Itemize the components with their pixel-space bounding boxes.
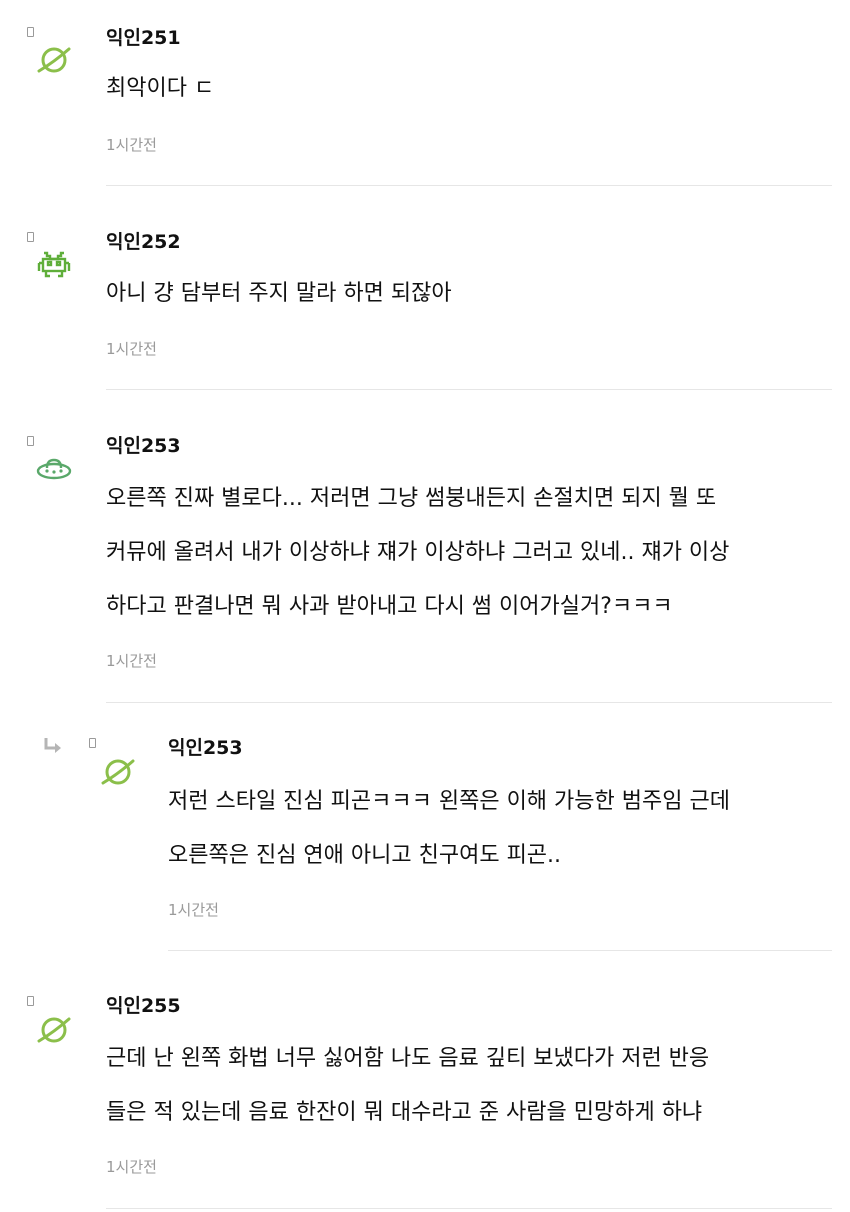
member-badge-icon — [27, 436, 34, 446]
comment-text-line: 오른쪽 진짜 별로다... 저러면 그냥 썸붕내든지 손절치면 되지 뭘 또 — [106, 486, 717, 511]
comment-time: 1시간전 — [106, 136, 157, 154]
comment-time: 1시간전 — [106, 1158, 157, 1176]
member-badge-icon — [27, 232, 34, 242]
comment-text-line: 저런 스타일 진심 피곤ㅋㅋㅋ 왼쪽은 이해 가능한 범주임 근데 — [168, 789, 730, 814]
comment-divider — [106, 389, 832, 390]
comment-text: 저런 스타일 진심 피곤ㅋㅋㅋ 왼쪽은 이해 가능한 범주임 근데 오른쪽은 진… — [168, 775, 730, 883]
comment-time: 1시간전 — [168, 901, 219, 919]
comment-text-line: 하다고 판결나면 뭐 사과 받아내고 다시 썸 이어가실거?ㅋㅋㅋ — [106, 594, 673, 619]
comment-text-line: 근데 난 왼쪽 화법 너무 싫어함 나도 음료 깊티 보냈다가 저런 반응 — [106, 1046, 710, 1071]
comment-nickname[interactable]: 익인253 — [106, 434, 181, 458]
comment-text-line: 들은 적 있는데 음료 한잔이 뭐 대수라고 준 사람을 민망하게 하냐 — [106, 1100, 703, 1125]
comment-text: 근데 난 왼쪽 화법 너무 싫어함 나도 음료 깊티 보냈다가 저런 반응 들은… — [106, 1032, 709, 1140]
comment-text-line: 오른쪽은 진심 연애 아니고 친구여도 피곤.. — [168, 843, 562, 868]
comment-text: 아니 걍 담부터 주지 말라 하면 되잖아 — [106, 267, 452, 321]
member-badge-icon — [89, 738, 96, 748]
comment-divider — [106, 1208, 832, 1209]
comment-nickname[interactable]: 익인255 — [106, 994, 181, 1018]
comment-text-line: 커뮤에 올려서 내가 이상하냐 쟤가 이상하냐 그러고 있네.. 쟤가 이상 — [106, 540, 730, 565]
comment-nickname[interactable]: 익인253 — [168, 736, 243, 760]
reply-arrow-icon — [42, 735, 64, 757]
comment-time: 1시간전 — [106, 340, 157, 358]
comment-divider — [168, 950, 832, 951]
comment-text: 최악이다 ㄷ — [106, 62, 214, 116]
space-invader-icon[interactable] — [34, 245, 74, 285]
comment-text-line: 아니 걍 담부터 주지 말라 하면 되잖아 — [106, 281, 452, 306]
ufo-icon[interactable] — [34, 449, 74, 489]
comment-nickname[interactable]: 익인251 — [106, 26, 181, 50]
comment-text-line: 최악이다 ㄷ — [106, 76, 215, 101]
comment-divider — [106, 185, 832, 186]
comment-time: 1시간전 — [106, 652, 157, 670]
comment-nickname[interactable]: 익인252 — [106, 230, 181, 254]
member-badge-icon — [27, 996, 34, 1006]
comment-text: 오른쪽 진짜 별로다... 저러면 그냥 썸붕내든지 손절치면 되지 뭘 또 커… — [106, 472, 729, 634]
planet-icon[interactable] — [34, 1010, 74, 1050]
comment-divider — [106, 702, 832, 703]
planet-icon[interactable] — [98, 752, 138, 792]
planet-icon[interactable] — [34, 40, 74, 80]
member-badge-icon — [27, 27, 34, 37]
